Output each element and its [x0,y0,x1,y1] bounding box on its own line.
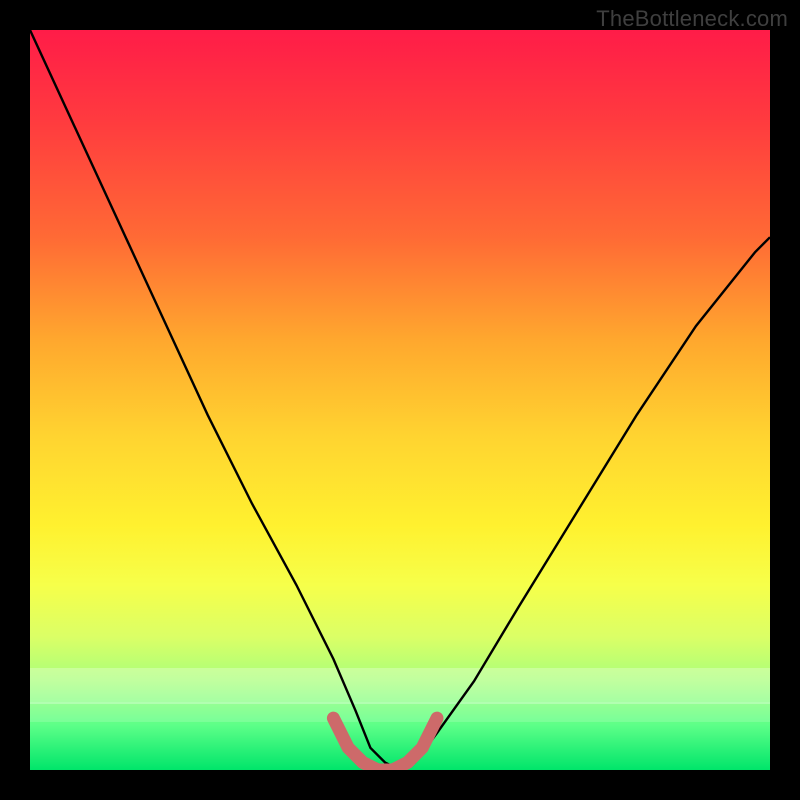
bottleneck-curve-path [30,30,770,770]
chart-stage: TheBottleneck.com [0,0,800,800]
watermark-text: TheBottleneck.com [596,6,788,32]
plot-area [30,30,770,770]
chart-svg [30,30,770,770]
